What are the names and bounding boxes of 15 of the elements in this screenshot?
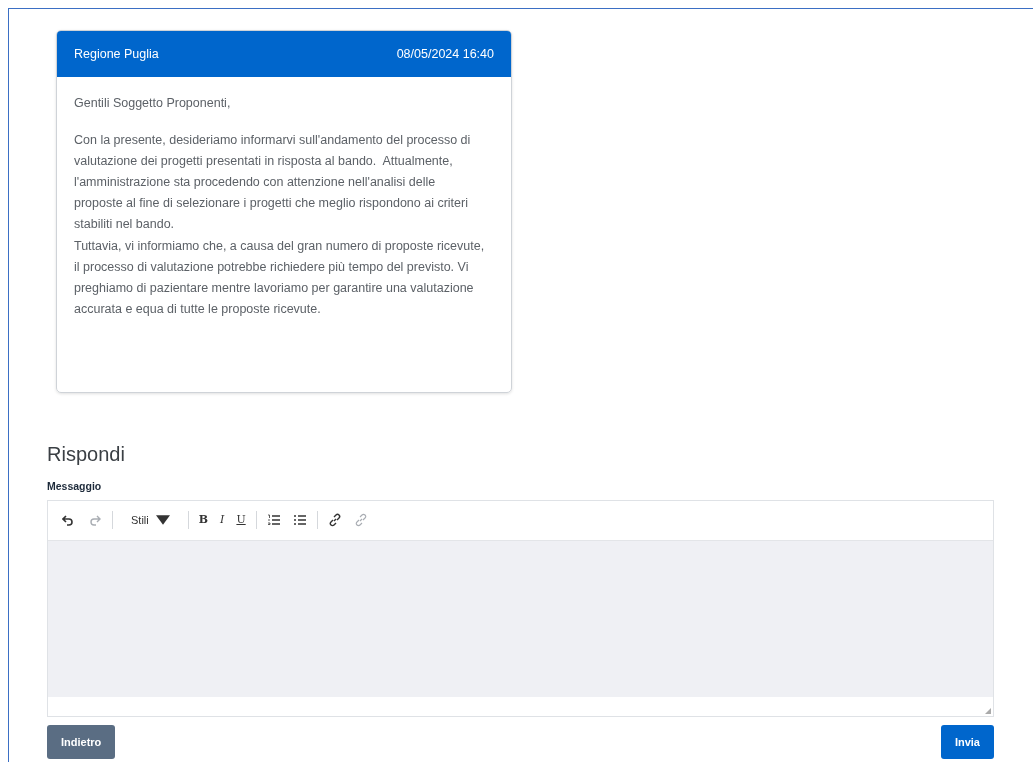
styles-dropdown[interactable]: Stili (117, 508, 184, 533)
message-paragraph: Tuttavia, vi informiamo che, a causa del gran numero di proposte ricevute, il processo di valutazione potrebbe richiedere più tempo del previsto. Vi preghiamo di pazientare mentre lavoriamo per garantire una valutazione accurata e equa di tutte le proposte ricevute. (74, 237, 485, 318)
message-input-field[interactable] (48, 540, 993, 697)
send-button[interactable]: Invia (940, 724, 994, 759)
field-label: Messaggio (47, 479, 103, 494)
message-datetime: 08/05/2024 16:40 (396, 45, 494, 63)
underline-button[interactable]: U (230, 508, 252, 533)
section-title: Rispondi (47, 442, 126, 467)
back-button[interactable]: Indietro (47, 724, 116, 759)
italic-button[interactable]: I (214, 508, 231, 533)
message-sender: Regione Puglia (74, 45, 159, 63)
message-paragraph: Con la presente, desideriamo informarvi sull'andamento del processo di valutazione dei progetti presentati in risposta al bando. Attualmente, l'amministrazione sta procedendo con attenzione nell'analisi delle proposte al fine di selezionare i progetti che meglio rispondono ai criteri stabiliti nel bando. (74, 132, 472, 234)
greeting-text: Gentili Soggetto Proponenti, (74, 95, 232, 112)
resize-handle-icon[interactable] (985, 707, 991, 714)
bold-button[interactable]: B (192, 508, 215, 533)
